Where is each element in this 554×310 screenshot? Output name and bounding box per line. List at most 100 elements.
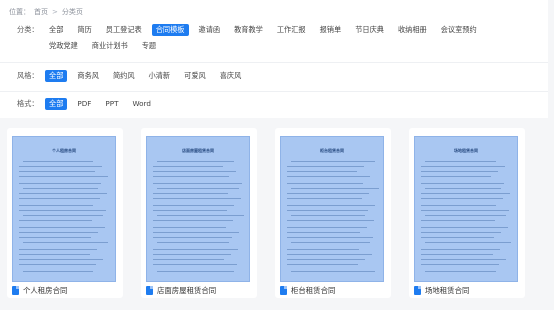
thumbnail-text-line (287, 205, 375, 206)
thumbnail-text-line (421, 220, 495, 221)
thumbnail-text-line (287, 232, 360, 233)
thumbnail-text-line (421, 249, 500, 250)
template-card[interactable]: 场地租赁合同 场地租赁合同 (409, 128, 525, 298)
card-footer: 店面房屋租赁合同 (146, 285, 216, 296)
template-card[interactable]: 柜台租赁合同 柜台租赁合同 (275, 128, 391, 298)
category-option[interactable]: 员工登记表 (102, 24, 146, 36)
thumbnail-text-line (19, 249, 97, 250)
thumbnail-text-line (19, 264, 96, 265)
category-option[interactable]: 教育教学 (230, 24, 267, 36)
thumbnail-text-line (287, 193, 369, 194)
template-thumbnail[interactable]: 店面房屋租赁合同 (146, 136, 250, 282)
category-option[interactable]: 工作汇报 (273, 24, 310, 36)
category-option[interactable]: 收纳相册 (394, 24, 431, 36)
template-thumbnail[interactable]: 个人租房合同 (12, 136, 116, 282)
thumbnail-text-line (153, 264, 237, 265)
format-option[interactable]: 全部 (45, 98, 68, 110)
template-title[interactable]: 店面房屋租赁合同 (157, 285, 216, 296)
thumbnail-text-line (153, 166, 223, 167)
category-option[interactable]: 简历 (73, 24, 95, 36)
thumbnail-text-line (19, 171, 95, 172)
thumbnail-text-line (19, 254, 90, 255)
template-card[interactable]: 店面房屋租赁合同 店面房屋租赁合同 (141, 128, 257, 298)
style-options: 全部 商务风 简约风 小清新 可爱风 喜庆风 (45, 70, 515, 86)
thumbnail-text-line (291, 215, 365, 216)
divider (0, 91, 548, 92)
thumbnail-text-line (19, 237, 91, 238)
thumbnail-text-line (421, 227, 508, 228)
style-option[interactable]: 全部 (45, 70, 68, 82)
thumbnail-text-line (287, 249, 359, 250)
template-thumbnail[interactable]: 场地租赁合同 (414, 136, 518, 282)
style-filter-label: 风格： (17, 71, 39, 80)
template-thumbnail[interactable]: 柜台租赁合同 (280, 136, 384, 282)
format-option[interactable]: PPT (101, 98, 122, 110)
thumbnail-text-line (19, 183, 101, 184)
thumbnail-text-line (287, 183, 363, 184)
document-icon (414, 286, 421, 295)
format-option[interactable]: PDF (73, 98, 95, 110)
category-option[interactable]: 合同模板 (151, 24, 189, 36)
thumbnail-text-line (287, 237, 373, 238)
thumbnail-text-line (291, 161, 375, 162)
style-option[interactable]: 小清新 (145, 70, 175, 82)
format-filter-row: 格式： 全部 PDF PPT Word (17, 98, 515, 114)
thumbnail-text-line (287, 198, 362, 199)
category-option[interactable]: 专题 (138, 40, 160, 52)
thumbnail-text-line (153, 176, 229, 177)
thumbnail-text-line (421, 237, 494, 238)
thumbnail-text-line (291, 188, 379, 189)
filter-panel: 位置： 首页 > 分类页 分类： 全部 简历 员工登记表 合同模板 邀请函 教育… (0, 0, 548, 118)
template-title[interactable]: 柜台租赁合同 (291, 285, 335, 296)
thumbnail-text-line (421, 254, 493, 255)
thumbnail-text-line (287, 166, 364, 167)
thumbnail-text-line (153, 171, 236, 172)
thumbnail-text-line (421, 210, 509, 211)
thumbnail-doc-title: 店面房屋租赁合同 (182, 148, 214, 153)
category-option[interactable]: 会议室预约 (437, 24, 481, 36)
breadcrumb-home-link[interactable]: 首页 (34, 7, 48, 17)
template-title[interactable]: 场地租赁合同 (425, 285, 469, 296)
document-icon (146, 286, 153, 295)
thumbnail-text-line (153, 183, 242, 184)
thumbnail-text-line (153, 259, 224, 260)
category-filter-row: 分类： 全部 简历 员工登记表 合同模板 邀请函 教育教学 工作汇报 报销单 节… (17, 24, 515, 56)
thumbnail-text-line (421, 259, 506, 260)
thumbnail-text-line (287, 210, 368, 211)
category-option[interactable]: 全部 (45, 24, 67, 36)
thumbnail-text-line (157, 161, 234, 162)
thumbnail-text-line (421, 183, 504, 184)
style-option[interactable]: 商务风 (73, 70, 103, 82)
category-option[interactable]: 商业计划书 (88, 40, 132, 52)
thumbnail-text-line (23, 242, 108, 243)
thumbnail-text-line (19, 176, 108, 177)
thumbnail-text-line (421, 205, 496, 206)
thumbnail-text-line (19, 193, 107, 194)
format-option[interactable]: Word (128, 98, 154, 110)
style-option[interactable]: 简约风 (109, 70, 139, 82)
breadcrumb: 位置： 首页 > 分类页 (9, 7, 83, 17)
thumbnail-text-line (19, 220, 92, 221)
document-icon (12, 286, 19, 295)
thumbnail-text-line (425, 271, 496, 272)
template-card[interactable]: 个人租房合同 个人租房合同 (7, 128, 123, 298)
template-title[interactable]: 个人租房合同 (23, 285, 67, 296)
category-option[interactable]: 节日庆典 (351, 24, 388, 36)
thumbnail-text-line (153, 210, 227, 211)
style-option[interactable]: 喜庆风 (216, 70, 246, 82)
thumbnail-text-line (421, 264, 499, 265)
template-card-list: 个人租房合同 个人租房合同 店面房屋租赁合同 店面房屋租赁合同 柜台租赁合同 柜… (7, 128, 525, 298)
category-option[interactable]: 邀请函 (195, 24, 225, 36)
thumbnail-text-line (421, 171, 498, 172)
category-option[interactable]: 党政党建 (45, 40, 82, 52)
thumbnail-text-line (287, 220, 374, 221)
thumbnail-text-line (23, 215, 103, 216)
thumbnail-text-line (157, 242, 229, 243)
thumbnail-text-line (19, 227, 105, 228)
thumbnail-text-line (287, 176, 370, 177)
thumbnail-text-line (421, 232, 501, 233)
thumbnail-text-line (153, 220, 233, 221)
category-option[interactable]: 报销单 (316, 24, 346, 36)
format-options: 全部 PDF PPT Word (45, 98, 515, 114)
style-option[interactable]: 可爱风 (180, 70, 210, 82)
